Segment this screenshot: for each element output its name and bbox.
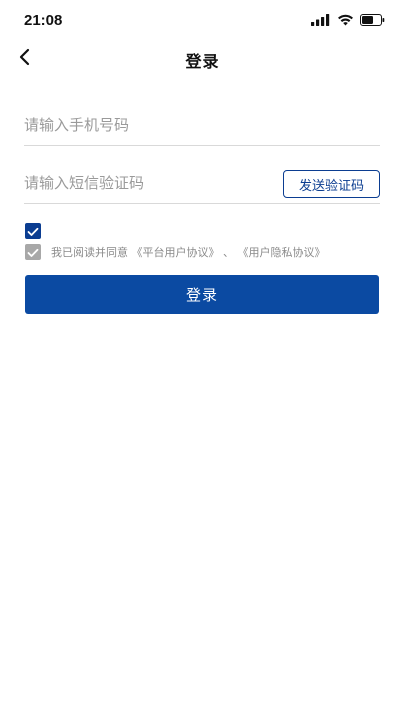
send-code-button[interactable]: 发送验证码 <box>283 170 380 198</box>
sms-code-input[interactable] <box>24 164 264 202</box>
platform-agreement-link[interactable]: 《平台用户协议》 <box>132 246 220 259</box>
checkmark-icon <box>27 243 39 262</box>
agreement-text: 我已阅读并同意 《平台用户协议》 、 《用户隐私协议》 <box>51 244 326 260</box>
phone-input[interactable] <box>24 106 380 144</box>
nav-bar: 登录 <box>0 40 405 78</box>
agreement-separator: 、 <box>223 246 234 259</box>
phone-field <box>24 106 380 146</box>
checkmark-icon <box>27 222 39 241</box>
login-button[interactable]: 登录 <box>25 275 379 314</box>
page-title: 登录 <box>185 52 220 71</box>
battery-icon <box>360 14 385 26</box>
sms-code-field: 发送验证码 <box>24 164 380 204</box>
status-time: 21:08 <box>24 12 63 29</box>
privacy-agreement-link[interactable]: 《用户隐私协议》 <box>238 246 326 259</box>
status-bar: 21:08 <box>0 0 405 44</box>
wifi-icon <box>337 14 354 26</box>
agreement-checkbox[interactable] <box>25 244 41 260</box>
status-icons <box>311 14 385 26</box>
remember-checkbox[interactable] <box>25 223 41 239</box>
signal-icon <box>311 14 331 26</box>
agreement-prefix: 我已阅读并同意 <box>51 246 128 259</box>
